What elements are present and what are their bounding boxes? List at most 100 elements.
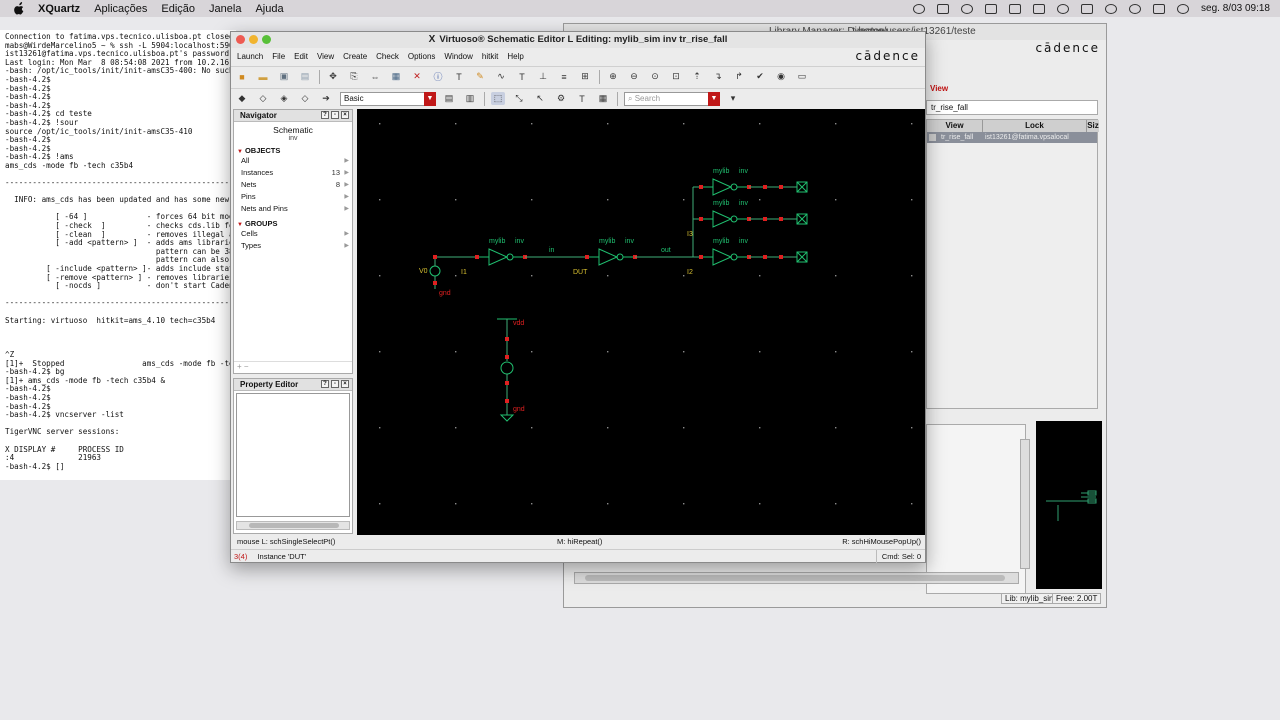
shape-icon[interactable]: ◈ — [277, 92, 291, 105]
close-icon[interactable]: × — [341, 111, 349, 119]
workspace-select[interactable]: Basic ▼ — [340, 91, 436, 106]
bus-icon[interactable]: ≡ — [557, 70, 571, 83]
nav-item-all[interactable]: All ▶ — [234, 155, 352, 167]
col-size-header[interactable]: Siz — [1087, 120, 1099, 132]
simulate-icon[interactable]: ◉ — [774, 70, 788, 83]
chevron-down-icon[interactable]: ▼ — [708, 91, 720, 106]
nav-item-nets-and-pins[interactable]: Nets and Pins ▶ — [234, 203, 352, 215]
copy-icon[interactable]: ⎘ — [347, 70, 361, 83]
libmgr-vertical-scrollbar[interactable] — [1020, 439, 1030, 569]
libmgr-horizontal-scrollbar[interactable] — [574, 572, 1019, 584]
open-folder-icon[interactable]: ▬ — [256, 70, 270, 83]
zoom-in-icon[interactable]: ⊕ — [606, 70, 620, 83]
col-view-header[interactable]: View — [927, 120, 983, 132]
help-icon[interactable]: ? — [321, 380, 329, 388]
menu-edit[interactable]: Edit — [294, 52, 308, 61]
apple-menu-icon[interactable] — [12, 2, 26, 15]
battery-icon[interactable] — [1033, 3, 1046, 14]
zoom-out-icon[interactable]: ⊖ — [627, 70, 641, 83]
zoom-window-button[interactable] — [262, 35, 271, 44]
move-icon[interactable]: ✥ — [326, 70, 340, 83]
new-file-icon[interactable]: ■ — [235, 70, 249, 83]
table-row[interactable]: tr_rise_fall ist13261@fatima.vpsalocal — [927, 132, 1097, 143]
select-mode-icon[interactable]: ⬚ — [491, 92, 505, 105]
float-icon[interactable]: ▫ — [331, 380, 339, 388]
label-icon[interactable]: T — [515, 70, 529, 83]
status-icon[interactable] — [985, 3, 998, 14]
scroll-thumb[interactable] — [249, 523, 339, 528]
libmgr-view-table[interactable]: View Lock Siz tr_rise_fall ist13261@fati… — [926, 119, 1099, 409]
help-icon[interactable]: ? — [321, 111, 329, 119]
zoom-fit-icon[interactable]: ⊙ — [648, 70, 662, 83]
menu-options[interactable]: Options — [408, 52, 436, 61]
pointer-icon[interactable]: ↖ — [533, 92, 547, 105]
menu-hitkit[interactable]: hitkit — [482, 52, 498, 61]
property-editor-panel[interactable]: Property Editor ? ▫ × — [233, 378, 353, 534]
workspace-save-icon[interactable]: ▤ — [442, 92, 456, 105]
virtuoso-schematic-window[interactable]: X Virtuoso® Schematic Editor L Editing: m… — [230, 31, 926, 563]
wifi-icon[interactable] — [1105, 3, 1118, 14]
bluetooth-icon[interactable] — [1057, 3, 1070, 14]
wire-icon[interactable]: ∿ — [494, 70, 508, 83]
pencil-icon[interactable]: ✎ — [473, 70, 487, 83]
libmgr-view-filter-field[interactable]: tr_rise_fall — [926, 100, 1098, 115]
partial-select-icon[interactable]: ⤡ — [512, 92, 526, 105]
menu-create[interactable]: Create — [343, 52, 367, 61]
sound-icon[interactable] — [1081, 3, 1094, 14]
workspace-load-icon[interactable]: ▥ — [463, 92, 477, 105]
grid-icon[interactable]: ▦ — [596, 92, 610, 105]
menubar-clock[interactable]: seg. 8/03 09:18 — [1201, 3, 1270, 14]
nav-item-types[interactable]: Types ▶ — [234, 240, 352, 252]
spotlight-search-icon[interactable] — [1129, 3, 1142, 14]
nav-item-cells[interactable]: Cells ▶ — [234, 228, 352, 240]
menu-app-name[interactable]: XQuartz — [38, 3, 80, 15]
search-input[interactable]: ⌕ Search ▼ — [624, 91, 720, 106]
delete-icon[interactable]: ✕ — [410, 70, 424, 83]
property-editor-scrollbar[interactable] — [236, 521, 350, 530]
menu-aplicacoes[interactable]: Aplicações — [94, 3, 147, 15]
menu-file[interactable]: File — [272, 52, 285, 61]
property-editor-body[interactable] — [236, 393, 350, 517]
nav-item-nets[interactable]: Nets 8 ▶ — [234, 179, 352, 191]
close-window-button[interactable] — [236, 35, 245, 44]
text-select-icon[interactable]: T — [575, 92, 589, 105]
menu-edicao[interactable]: Edição — [161, 3, 195, 15]
undo-icon[interactable]: ◆ — [235, 92, 249, 105]
menu-window[interactable]: Window — [444, 52, 472, 61]
status-icon[interactable] — [937, 3, 950, 14]
chevron-down-icon[interactable]: ▼ — [424, 91, 436, 106]
descend-icon[interactable]: ↴ — [711, 70, 725, 83]
select-icon[interactable]: ◇ — [298, 92, 312, 105]
control-center-icon[interactable] — [1153, 3, 1166, 14]
status-icon[interactable] — [913, 3, 926, 14]
info-icon[interactable]: ⓘ — [431, 70, 445, 83]
menu-launch[interactable]: Launch — [237, 52, 263, 61]
options-icon[interactable]: ▭ — [795, 70, 809, 83]
scroll-thumb[interactable] — [585, 575, 1005, 581]
close-icon[interactable]: × — [341, 380, 349, 388]
schematic-drawing[interactable]: mylib inv in mylib inv DUT out I2 I1 mylib inv myli… — [357, 109, 925, 535]
menu-ajuda[interactable]: Ajuda — [255, 3, 283, 15]
gear-icon[interactable]: ⚙ — [554, 92, 568, 105]
schematic-canvas[interactable]: mylib inv in mylib inv DUT out I2 I1 mylib inv myli… — [357, 109, 925, 535]
pin-icon[interactable]: ⊥ — [536, 70, 550, 83]
nav-item-pins[interactable]: Pins ▶ — [234, 191, 352, 203]
nav-item-instances[interactable]: Instances 13 ▶ — [234, 167, 352, 179]
zoom-box-icon[interactable]: ⊡ — [669, 70, 683, 83]
terminal-window[interactable]: Connection to fatima.vps.tecnico.ulisboa… — [0, 30, 236, 480]
navigator-panel[interactable]: Navigator ? ▫ × Schematic inv ▼ OBJECTS All… — [233, 109, 353, 374]
status-icon[interactable] — [961, 3, 974, 14]
menu-janela[interactable]: Janela — [209, 3, 241, 15]
stretch-icon[interactable]: ⇔ — [368, 70, 382, 83]
hierarchy-icon[interactable]: ⇡ — [690, 70, 704, 83]
menu-check[interactable]: Check — [376, 52, 399, 61]
menu-view[interactable]: View — [317, 52, 334, 61]
instance-icon[interactable]: ⊞ — [578, 70, 592, 83]
save-as-icon[interactable]: ▤ — [298, 70, 312, 83]
float-icon[interactable]: ▫ — [331, 111, 339, 119]
text-icon[interactable]: T — [452, 70, 466, 83]
ascend-icon[interactable]: ↱ — [732, 70, 746, 83]
user-icon[interactable] — [1177, 3, 1190, 14]
minimize-window-button[interactable] — [249, 35, 258, 44]
save-icon[interactable]: ▣ — [277, 70, 291, 83]
